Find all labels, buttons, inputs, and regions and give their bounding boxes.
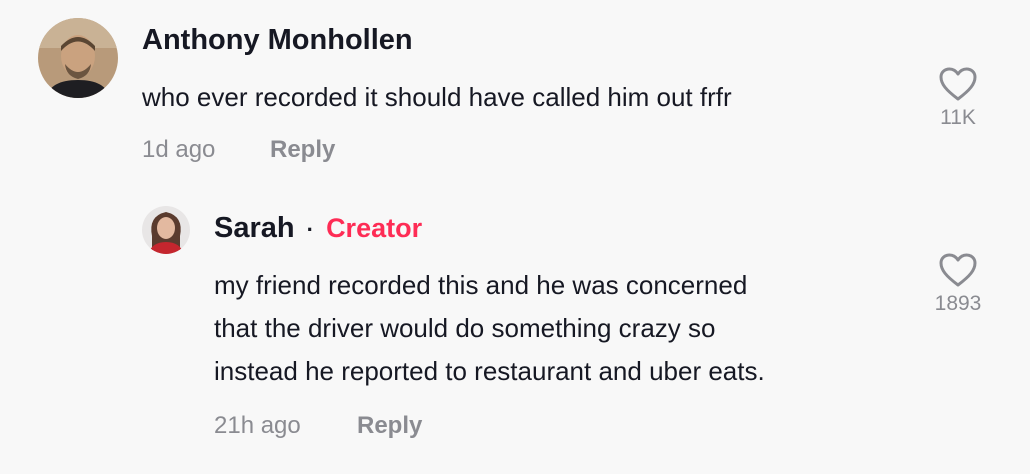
reply-author-line: Sarah · Creator: [214, 212, 422, 245]
comment-author[interactable]: Anthony Monhollen: [142, 24, 413, 57]
reply-timestamp: 21h ago: [214, 412, 301, 439]
reply-button[interactable]: Reply: [357, 412, 422, 440]
heart-outline-icon[interactable]: [938, 66, 978, 102]
comment-item: Anthony Monhollen who ever recorded it s…: [0, 0, 1030, 180]
creator-badge: Creator: [326, 213, 423, 243]
comment-timestamp: 1d ago: [142, 136, 216, 163]
reply-author-avatar[interactable]: [142, 206, 190, 254]
reply-text-line-2: that the driver would do something crazy…: [214, 313, 716, 343]
comment-thread: Anthony Monhollen who ever recorded it s…: [0, 0, 1030, 474]
commenter-avatar[interactable]: [38, 18, 118, 98]
avatar-photo-icon: [38, 18, 118, 98]
comment-text: who ever recorded it should have called …: [142, 82, 732, 112]
reply-text-line-3: instead he reported to restaurant and ub…: [214, 356, 765, 386]
like-control[interactable]: 11K: [918, 66, 998, 130]
like-count: 1893: [934, 292, 982, 315]
reply-author[interactable]: Sarah: [214, 212, 295, 244]
avatar-photo-icon: [142, 206, 190, 254]
reply-button[interactable]: Reply: [270, 136, 335, 164]
like-count: 11K: [940, 106, 976, 129]
like-control[interactable]: 1893: [918, 252, 998, 316]
reply-item: Sarah · Creator my friend recorded this …: [0, 190, 1030, 474]
heart-outline-icon[interactable]: [938, 252, 978, 288]
name-separator: ·: [306, 217, 314, 242]
reply-text-line-1: my friend recorded this and he was conce…: [214, 270, 748, 300]
